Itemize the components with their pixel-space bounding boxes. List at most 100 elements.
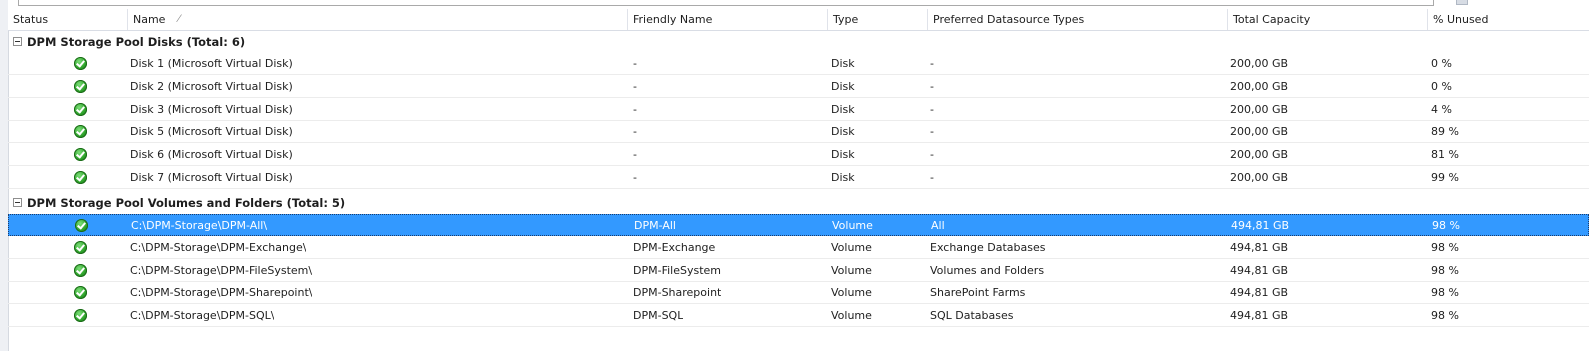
percent-unused-cell: 98 % — [1431, 309, 1459, 323]
name-cell: Disk 1 (Microsoft Virtual Disk) — [130, 57, 293, 70]
column-name-label: Name — [133, 13, 166, 26]
preferred-datasource-cell: - — [930, 79, 934, 93]
friendly-name-cell: - — [633, 148, 637, 162]
group-label: DPM Storage Pool Volumes and Folders (To… — [27, 196, 346, 210]
table-row[interactable]: Disk 3 (Microsoft Virtual Disk) - Disk - 200… — [8, 99, 1589, 121]
type-cell: Volume — [831, 286, 872, 300]
friendly-name-cell: - — [633, 57, 637, 70]
friendly-name-cell: DPM-FileSystem — [633, 263, 721, 277]
percent-unused-cell: 99 % — [1431, 171, 1459, 184]
percent-unused-cell: 0 % — [1431, 79, 1452, 93]
percent-unused-cell: 98 % — [1432, 219, 1460, 232]
collapse-toggle-icon[interactable] — [13, 198, 22, 207]
name-cell: C:\DPM-Storage\DPM-All\ — [131, 219, 268, 232]
type-cell: Disk — [831, 102, 855, 116]
percent-unused-cell: 98 % — [1431, 286, 1459, 300]
table-row[interactable]: C:\DPM-Storage\DPM-All\ DPM-All Volume All 4… — [8, 214, 1589, 236]
type-cell: Disk — [831, 57, 855, 70]
column-name[interactable]: Name / — [128, 9, 628, 30]
table-row[interactable]: C:\DPM-Storage\DPM-FileSystem\ DPM-FileSy… — [8, 260, 1589, 282]
name-cell: C:\DPM-Storage\DPM-Exchange\ — [130, 240, 307, 254]
table-row[interactable]: Disk 5 (Microsoft Virtual Disk) - Disk - 200… — [8, 121, 1589, 144]
name-cell: Disk 2 (Microsoft Virtual Disk) — [130, 79, 293, 93]
table-row[interactable]: C:\DPM-Storage\DPM-SQL\ DPM-SQL Volume SQL … — [8, 305, 1589, 328]
preferred-datasource-cell: All — [931, 219, 945, 232]
friendly-name-cell: - — [633, 125, 637, 139]
total-capacity-cell: 200,00 GB — [1230, 79, 1289, 93]
type-cell: Disk — [831, 148, 855, 162]
group-label: DPM Storage Pool Disks (Total: 6) — [27, 35, 246, 49]
total-capacity-cell: 200,00 GB — [1230, 125, 1289, 139]
status-ok-icon — [74, 286, 87, 300]
preferred-datasource-cell: Exchange Databases — [930, 240, 1046, 254]
percent-unused-cell: 98 % — [1431, 240, 1459, 254]
preferred-datasource-cell: - — [930, 148, 934, 162]
type-cell: Disk — [831, 79, 855, 93]
column-preferred-datasource-types[interactable]: Preferred Datasource Types — [928, 9, 1228, 30]
table-row[interactable]: Disk 7 (Microsoft Virtual Disk) - Disk - 200… — [8, 167, 1589, 189]
table-row[interactable]: Disk 2 (Microsoft Virtual Disk) - Disk - 200… — [8, 76, 1589, 98]
preferred-datasource-cell: SQL Databases — [930, 309, 1014, 323]
total-capacity-cell: 494,81 GB — [1230, 263, 1289, 277]
friendly-name-cell: - — [633, 79, 637, 93]
table-row[interactable]: C:\DPM-Storage\DPM-Exchange\ DPM-Exchange… — [8, 237, 1589, 259]
status-ok-icon — [74, 79, 87, 93]
name-cell: C:\DPM-Storage\DPM-FileSystem\ — [130, 263, 313, 277]
type-cell: Volume — [832, 219, 873, 232]
type-cell: Volume — [831, 263, 872, 277]
column-type[interactable]: Type — [828, 9, 928, 30]
preferred-datasource-cell: - — [930, 125, 934, 139]
status-ok-icon — [74, 57, 87, 70]
percent-unused-cell: 4 % — [1431, 102, 1452, 116]
preferred-datasource-cell: - — [930, 171, 934, 184]
percent-unused-cell: 0 % — [1431, 57, 1452, 70]
status-ok-icon — [74, 263, 87, 277]
friendly-name-cell: DPM-Exchange — [633, 240, 716, 254]
type-cell: Disk — [831, 171, 855, 184]
column-friendly-name[interactable]: Friendly Name — [628, 9, 828, 30]
status-ok-icon — [74, 171, 87, 184]
total-capacity-cell: 200,00 GB — [1230, 171, 1289, 184]
name-cell: C:\DPM-Storage\DPM-SQL\ — [130, 309, 275, 323]
group-header[interactable]: DPM Storage Pool Volumes and Folders (To… — [8, 192, 1589, 214]
total-capacity-cell: 494,81 GB — [1230, 286, 1289, 300]
sort-indicator-icon: / — [175, 14, 183, 24]
preferred-datasource-cell: SharePoint Farms — [930, 286, 1026, 300]
name-cell: C:\DPM-Storage\DPM-Sharepoint\ — [130, 286, 313, 300]
group-header[interactable]: DPM Storage Pool Disks (Total: 6) — [8, 31, 1589, 53]
friendly-name-cell: DPM-All — [634, 219, 676, 232]
percent-unused-cell: 81 % — [1431, 148, 1459, 162]
column-percent-unused[interactable]: % Unused — [1428, 9, 1589, 30]
status-ok-icon — [74, 102, 87, 116]
percent-unused-cell: 89 % — [1431, 125, 1459, 139]
column-total-capacity[interactable]: Total Capacity — [1228, 9, 1428, 30]
column-header: Status Name / Friendly Name Type Preferre… — [8, 9, 1589, 31]
name-cell: Disk 6 (Microsoft Virtual Disk) — [130, 148, 293, 162]
name-cell: Disk 7 (Microsoft Virtual Disk) — [130, 171, 293, 184]
table-row[interactable]: C:\DPM-Storage\DPM-Sharepoint\ DPM-Sharep… — [8, 282, 1589, 305]
friendly-name-cell: DPM-Sharepoint — [633, 286, 722, 300]
total-capacity-cell: 200,00 GB — [1230, 148, 1289, 162]
name-cell: Disk 5 (Microsoft Virtual Disk) — [130, 125, 293, 139]
status-ok-icon — [74, 125, 87, 139]
percent-unused-cell: 98 % — [1431, 263, 1459, 277]
top-search-field[interactable] — [18, 0, 1434, 6]
friendly-name-cell: - — [633, 171, 637, 184]
table-row[interactable]: Disk 6 (Microsoft Virtual Disk) - Disk - 200… — [8, 144, 1589, 167]
type-cell: Volume — [831, 309, 872, 323]
column-status[interactable]: Status — [8, 9, 128, 30]
friendly-name-cell: DPM-SQL — [633, 309, 684, 323]
total-capacity-cell: 200,00 GB — [1230, 57, 1289, 70]
preferred-datasource-cell: Volumes and Folders — [930, 263, 1045, 277]
collapse-toggle-icon[interactable] — [13, 37, 22, 46]
top-right-tab[interactable] — [1456, 0, 1468, 5]
friendly-name-cell: - — [633, 102, 637, 116]
preferred-datasource-cell: - — [930, 102, 934, 116]
name-cell: Disk 3 (Microsoft Virtual Disk) — [130, 102, 293, 116]
status-ok-icon — [74, 309, 87, 323]
total-capacity-cell: 494,81 GB — [1231, 219, 1290, 232]
table-row[interactable]: Disk 1 (Microsoft Virtual Disk) - Disk - 200… — [8, 53, 1589, 75]
status-ok-icon — [74, 240, 87, 254]
total-capacity-cell: 494,81 GB — [1230, 240, 1289, 254]
type-cell: Volume — [831, 240, 872, 254]
